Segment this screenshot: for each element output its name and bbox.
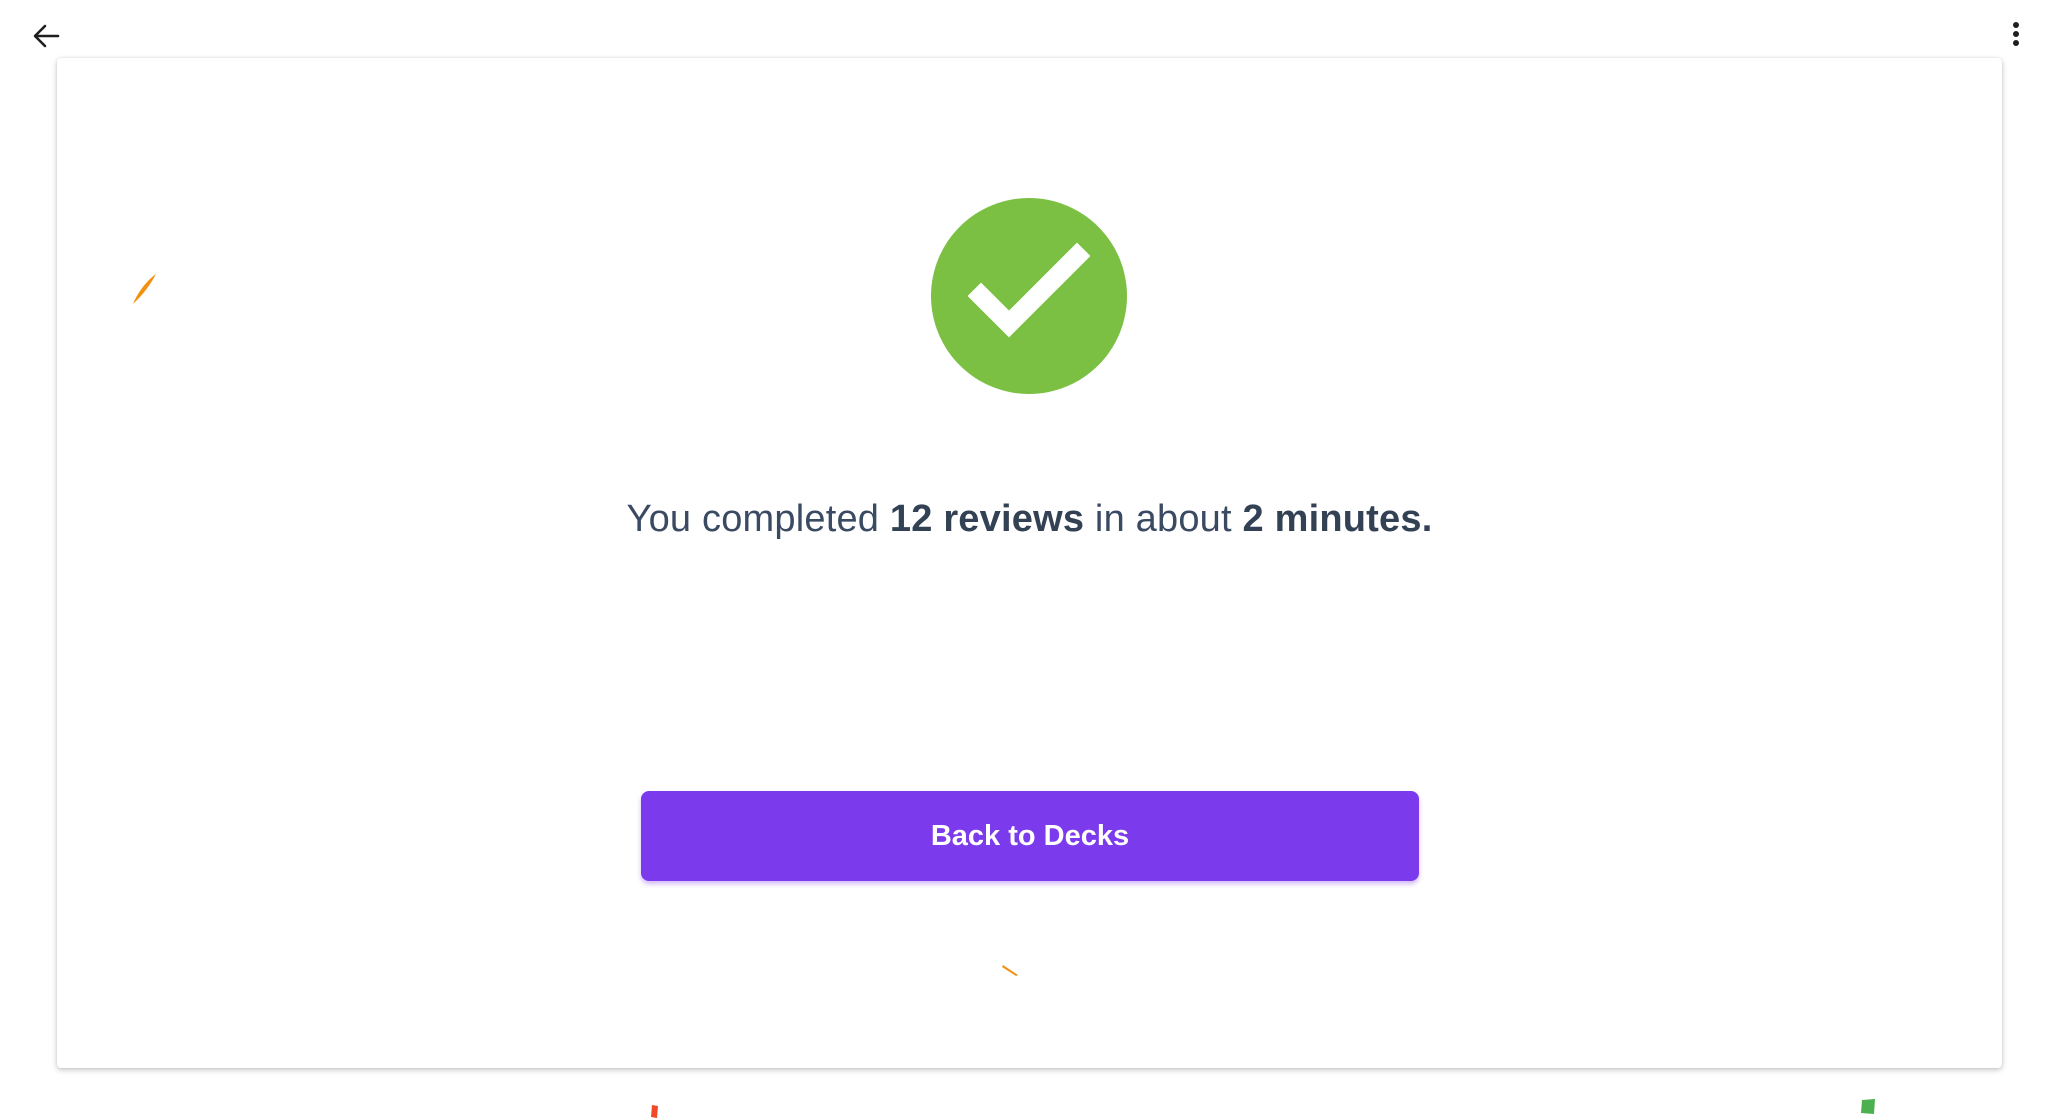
review-count: 12 reviews	[889, 498, 1085, 540]
summary-prefix: You completed	[626, 498, 880, 540]
more-vertical-icon	[2013, 22, 2019, 46]
more-options-button[interactable]	[1996, 14, 2036, 54]
completion-card: You completed 12 reviews in about 2 minu…	[57, 58, 2002, 1068]
completion-summary: You completed 12 reviews in about 2 minu…	[57, 498, 2002, 541]
back-button[interactable]	[26, 16, 66, 56]
confetti-piece-red	[651, 1105, 658, 1118]
review-duration: 2 minutes.	[1242, 498, 1433, 540]
confetti-piece-orange-small	[1002, 965, 1018, 976]
confetti-piece-orange	[133, 274, 156, 304]
summary-middle: in about	[1094, 498, 1232, 540]
arrow-left-icon	[33, 24, 60, 48]
top-app-bar	[0, 0, 2048, 66]
confetti-piece-green	[1861, 1099, 1875, 1114]
check-circle-icon	[931, 198, 1127, 394]
back-to-decks-button[interactable]: Back to Decks	[641, 791, 1419, 881]
